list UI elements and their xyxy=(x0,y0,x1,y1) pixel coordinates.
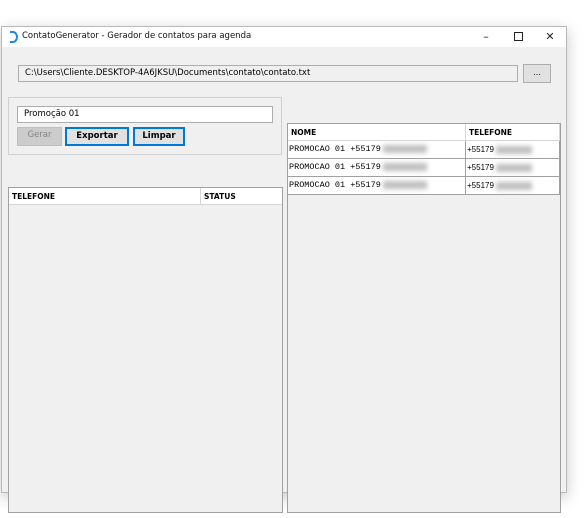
column-header-telefone[interactable]: TELEFONE xyxy=(9,188,201,205)
title-bar[interactable]: ContatoGenerator - Gerador de contatos p… xyxy=(2,27,566,47)
exportar-button[interactable]: Exportar xyxy=(65,127,129,146)
column-header-status[interactable]: STATUS xyxy=(201,188,282,205)
contatogenerator-app-icon xyxy=(10,31,18,43)
nome-cell[interactable]: PROMOCAO 01 +55179 xyxy=(288,141,466,159)
close-icon: ✕ xyxy=(545,30,555,43)
redacted-digits xyxy=(382,144,427,153)
maximize-button[interactable] xyxy=(502,27,534,47)
column-header-telefone[interactable]: TELEFONE xyxy=(466,124,560,141)
telefone-cell[interactable]: +55179 xyxy=(466,141,560,159)
minimize-button[interactable]: – xyxy=(470,27,502,47)
minimize-icon: – xyxy=(483,30,489,43)
nome-cell[interactable]: PROMOCAO 01 +55179 xyxy=(288,159,466,177)
contact-name-input[interactable]: Promoção 01 xyxy=(17,106,273,123)
gerar-button[interactable]: Gerar xyxy=(17,127,62,146)
status-grid[interactable]: TELEFONE STATUS xyxy=(8,187,283,513)
column-header-nome[interactable]: NOME xyxy=(288,124,466,141)
redacted-digits xyxy=(495,145,532,154)
nome-cell[interactable]: PROMOCAO 01 +55179 xyxy=(288,177,466,195)
maximize-icon xyxy=(513,31,523,41)
table-row[interactable]: PROMOCAO 01 +55179 +55179 xyxy=(288,177,560,195)
redacted-digits xyxy=(382,180,427,189)
close-button[interactable]: ✕ xyxy=(534,27,566,47)
table-row[interactable]: PROMOCAO 01 +55179 +55179 xyxy=(288,159,560,177)
redacted-digits xyxy=(495,181,532,190)
app-window: ContatoGenerator - Gerador de contatos p… xyxy=(1,26,567,513)
telefone-cell[interactable]: +55179 xyxy=(466,159,560,177)
redacted-digits xyxy=(495,163,532,172)
file-path-field[interactable]: C:\Users\Cliente.DESKTOP-4A6JKSU\Documen… xyxy=(18,65,518,82)
browse-button[interactable]: ... xyxy=(523,64,551,83)
redacted-digits xyxy=(382,162,427,171)
table-row[interactable]: PROMOCAO 01 +55179 +55179 xyxy=(288,141,560,159)
telefone-cell[interactable]: +55179 xyxy=(466,177,560,195)
limpar-button[interactable]: Limpar xyxy=(133,127,185,146)
window-title: ContatoGenerator - Gerador de contatos p… xyxy=(22,31,252,41)
contacts-grid[interactable]: NOME TELEFONE PROMOCAO 01 +55179 +55179 … xyxy=(287,123,561,513)
